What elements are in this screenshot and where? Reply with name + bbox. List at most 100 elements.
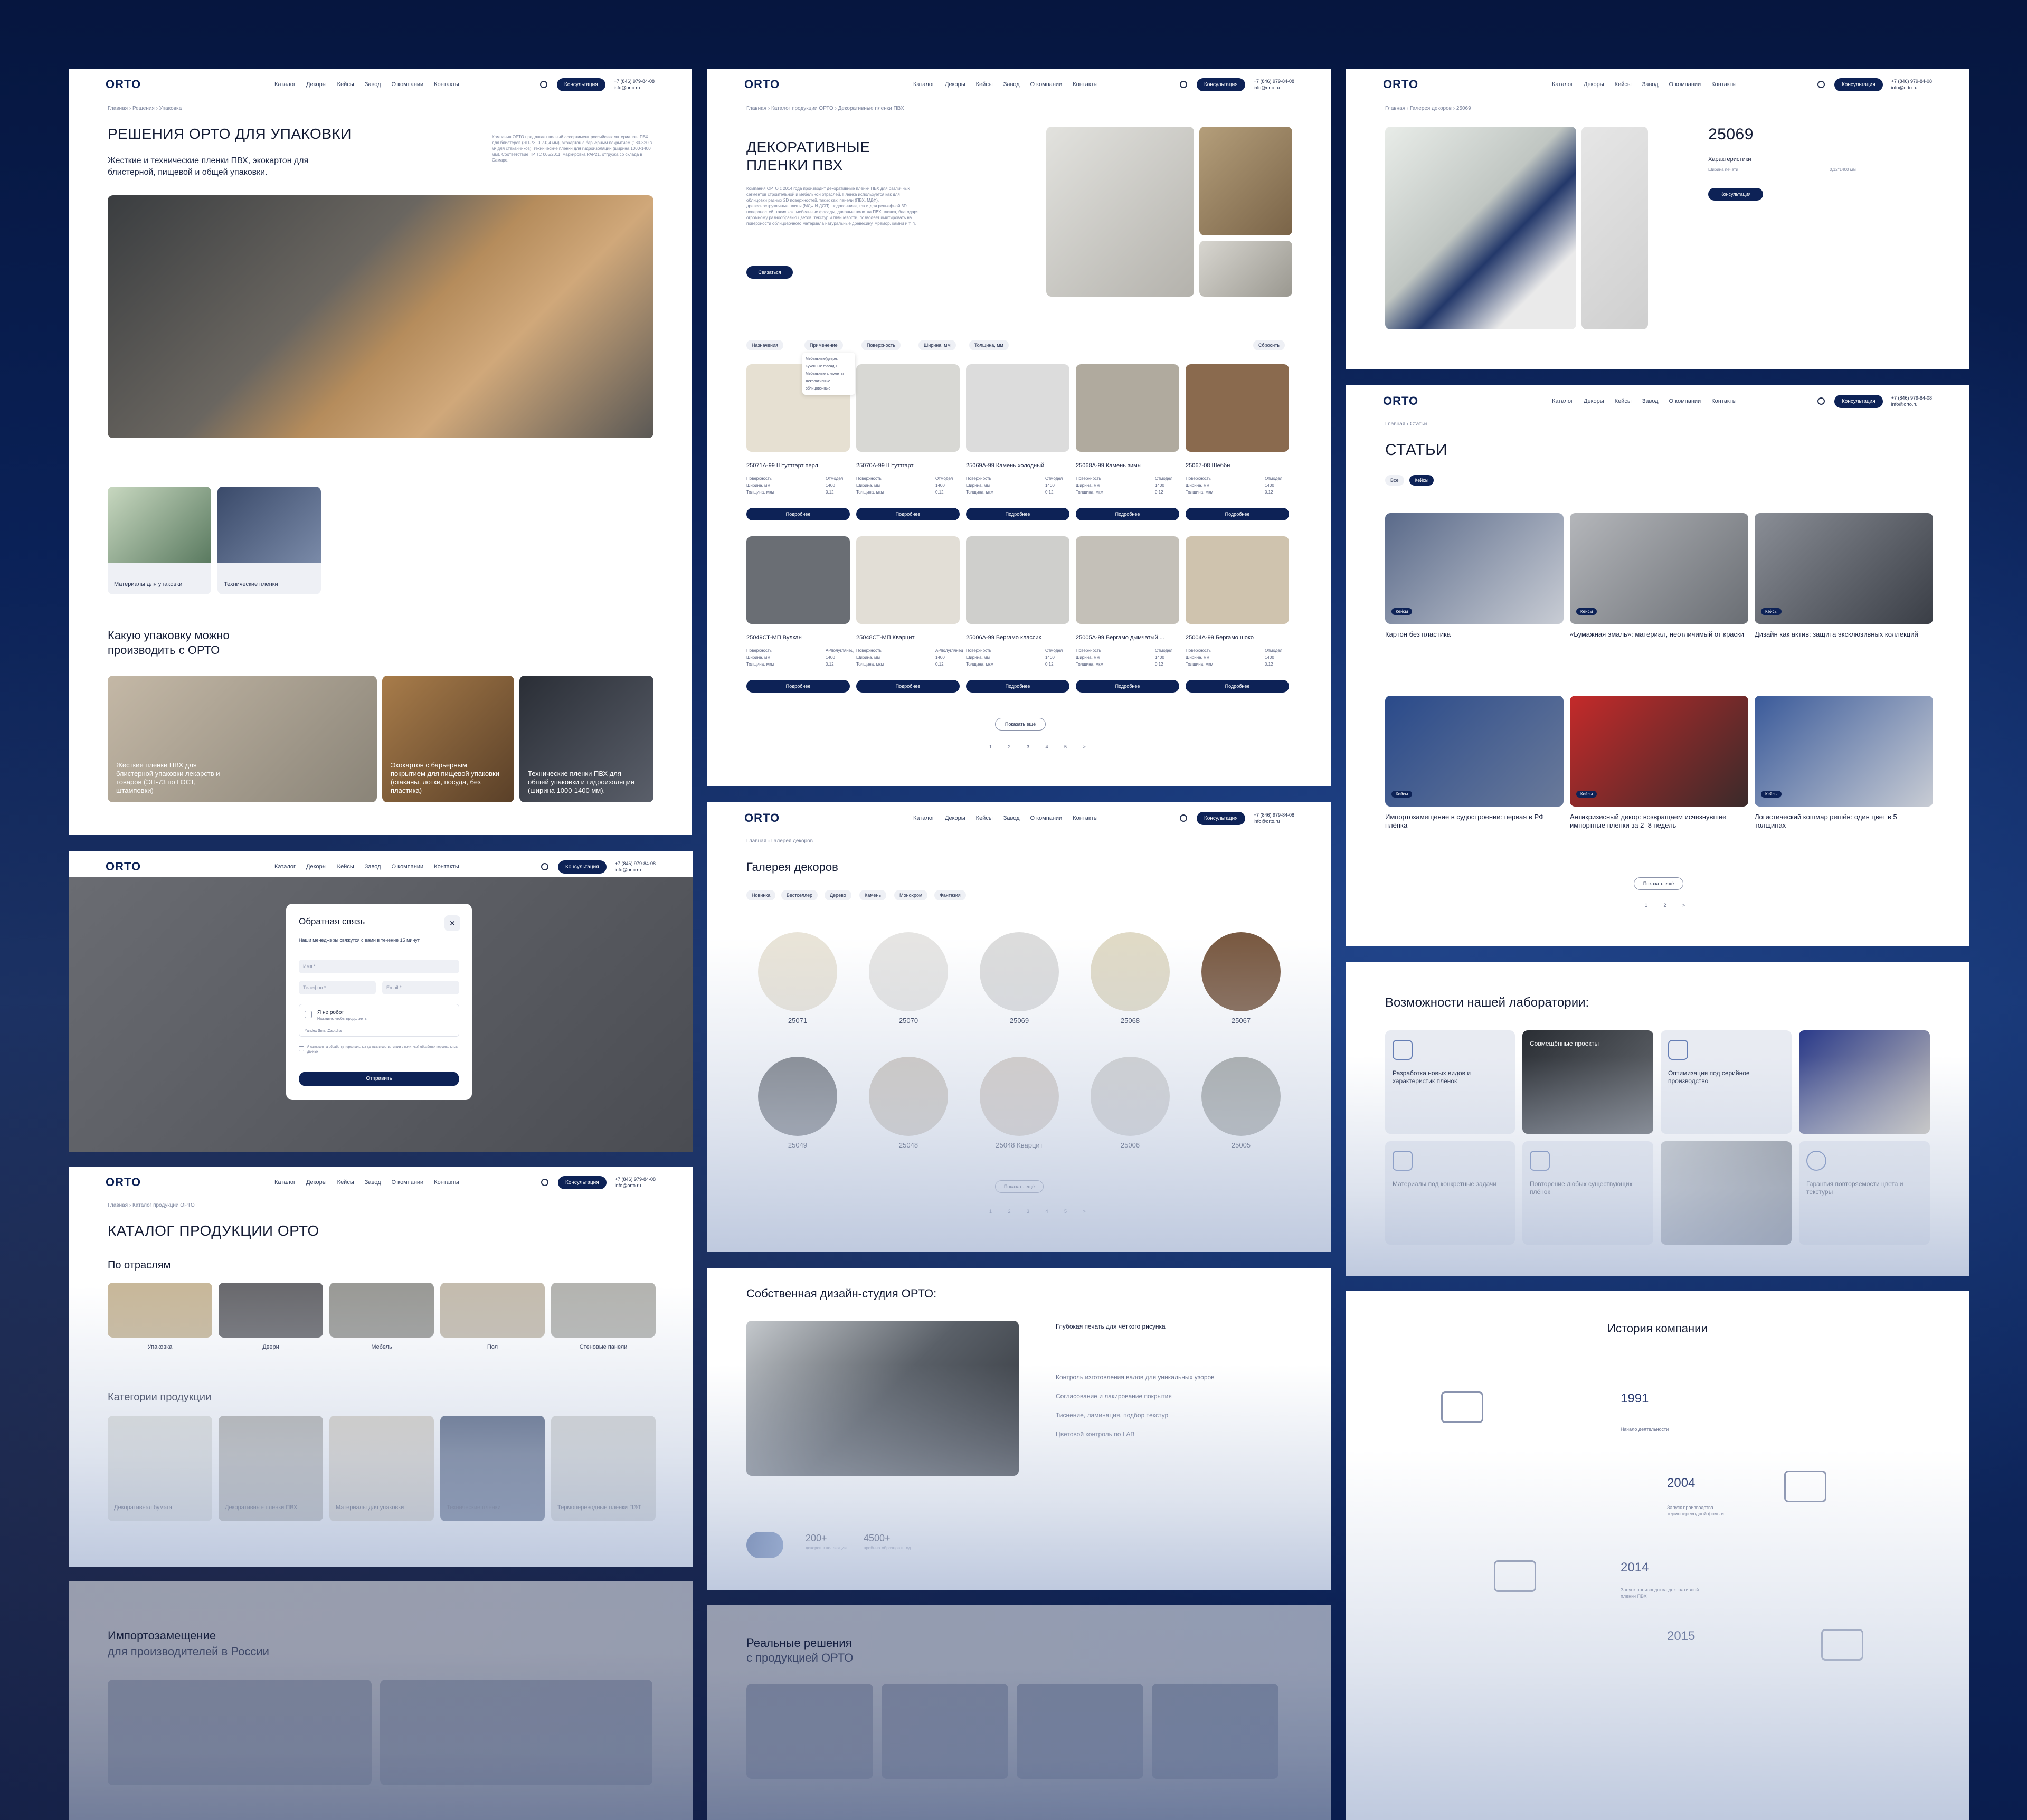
category-label[interactable]: Термопереводные пленки ПЭТ [557, 1504, 652, 1511]
details-button[interactable]: Подробнее [1076, 508, 1179, 520]
decor-code[interactable]: 25070 [869, 1017, 948, 1025]
phone[interactable]: +7 (846) 979-84-08 [615, 860, 656, 867]
breadcrumb[interactable]: Главная › Каталог продукции ОРТО › Декор… [746, 106, 904, 111]
phone[interactable]: +7 (846) 979-84-08 [1891, 78, 1932, 84]
decor-swatch[interactable] [980, 932, 1059, 1011]
search-icon[interactable] [539, 81, 547, 88]
chip-fantasy[interactable]: Фантазия [934, 890, 966, 900]
article-title[interactable]: Дизайн как актив: защита эксклюзивных ко… [1755, 630, 1929, 639]
product-name[interactable]: 25067-08 Шебби [1186, 462, 1289, 469]
nav-contacts[interactable]: Контакты [1711, 398, 1737, 404]
article-title[interactable]: «Бумажная эмаль»: материал, неотличимый … [1570, 630, 1744, 639]
details-button[interactable]: Подробнее [1186, 680, 1289, 693]
article-title[interactable]: Картон без пластика [1385, 630, 1559, 639]
dropdown-option[interactable]: Мебельные элементы [806, 371, 852, 378]
nav-contacts[interactable]: Контакты [434, 81, 459, 88]
article-title[interactable]: Антикризисный декор: возвращаем исчезнув… [1570, 813, 1744, 830]
decor-code[interactable]: 25006 [1091, 1141, 1170, 1149]
nav-plant[interactable]: Завод [1642, 81, 1659, 88]
nav-decors[interactable]: Декоры [306, 864, 327, 870]
details-button[interactable]: Подробнее [856, 508, 960, 520]
studio-item-active[interactable]: Глубокая печать для чёткого рисунка [1056, 1323, 1166, 1330]
nav-about[interactable]: О компании [392, 1179, 424, 1186]
decor-code[interactable]: 25048 Кварцит [980, 1141, 1059, 1149]
logo[interactable]: ORTO [1383, 394, 1552, 408]
email[interactable]: info@orto.ru [1254, 84, 1294, 91]
agree-checkbox[interactable] [299, 1046, 304, 1051]
chip-new[interactable]: Новинка [746, 890, 776, 900]
decor-swatch[interactable] [1201, 1057, 1281, 1136]
filter-thickness[interactable]: Толщина, мм [969, 340, 1009, 350]
phone[interactable]: +7 (846) 979-84-08 [614, 78, 655, 84]
dropdown-option[interactable]: Кухонные фасады [806, 363, 852, 371]
tab-all[interactable]: Все [1385, 475, 1404, 486]
breadcrumb[interactable]: Главная › Галерея декоров [746, 838, 813, 844]
article-image[interactable] [1385, 696, 1564, 807]
logo[interactable]: ORTO [1383, 78, 1552, 91]
decor-code[interactable]: 25067 [1201, 1017, 1281, 1025]
decor-swatch[interactable] [758, 932, 837, 1011]
nav-about[interactable]: О компании [1669, 81, 1701, 88]
nav-cases[interactable]: Кейсы [976, 81, 993, 88]
decor-swatch[interactable] [1091, 932, 1170, 1011]
consultation-button[interactable]: Консультация [1196, 811, 1245, 825]
article-image[interactable] [1570, 696, 1748, 807]
studio-item[interactable]: Согласование и лакирование покрытия [1056, 1392, 1172, 1400]
industry-image[interactable] [551, 1283, 656, 1338]
article-image[interactable] [1755, 513, 1933, 624]
product-image[interactable] [856, 364, 960, 452]
lab-card-optimization[interactable]: Оптимизация под серийное производство [1661, 1030, 1792, 1134]
nav-catalog[interactable]: Каталог [274, 864, 296, 870]
captcha-checkbox[interactable] [305, 1011, 312, 1018]
lab-card-materials[interactable]: Материалы под конкретные задачи [1385, 1141, 1515, 1245]
decor-code[interactable]: 25071 [758, 1017, 837, 1025]
logo[interactable]: ORTO [744, 811, 913, 825]
category-label[interactable]: Декоративные пленки ПВХ [225, 1504, 320, 1511]
solution-card-blister[interactable]: Жесткие пленки ПВХ для блистерной упаков… [108, 676, 377, 802]
search-icon[interactable] [541, 863, 548, 870]
product-image[interactable] [1076, 364, 1179, 452]
product-name[interactable]: 25048СТ-МП Кварцит [856, 634, 960, 641]
breadcrumb[interactable]: Главная › Галерея декоров › 25069 [1385, 106, 1471, 111]
product-name[interactable]: 25004А-99 Бергамо шоко [1186, 634, 1289, 641]
decor-swatch[interactable] [1201, 932, 1281, 1011]
breadcrumb[interactable]: Главная › Решения › Упаковка [108, 106, 182, 111]
nav-plant[interactable]: Завод [1003, 81, 1020, 88]
solution-card-eco[interactable]: Экокартон с барьерным покрытием для пище… [382, 676, 514, 802]
nav-about[interactable]: О компании [392, 864, 424, 870]
show-more-button[interactable]: Показать ещё [995, 1180, 1044, 1193]
product-name[interactable]: 25006А-99 Бергамо классик [966, 634, 1069, 641]
details-button[interactable]: Подробнее [1076, 680, 1179, 693]
phone[interactable]: +7 (846) 979-84-08 [615, 1176, 656, 1182]
close-icon[interactable]: ✕ [444, 915, 460, 931]
consultation-button[interactable]: Консультация [1708, 188, 1763, 201]
consultation-button[interactable]: Консультация [1196, 78, 1245, 91]
industry-image[interactable] [440, 1283, 545, 1338]
phone-field[interactable]: Телефон * [299, 981, 376, 994]
category-card-materials[interactable]: Материалы для упаковки [108, 487, 211, 594]
consultation-button[interactable]: Консультация [1834, 78, 1883, 91]
solution-card-technical[interactable]: Технические пленки ПВХ для общей упаковк… [519, 676, 653, 802]
product-image[interactable] [1186, 364, 1289, 452]
nav-about[interactable]: О компании [1669, 398, 1701, 404]
product-name[interactable]: 25005А-99 Бергамо дымчатый ... [1076, 634, 1179, 641]
reset-filters-button[interactable]: Сбросить [1253, 340, 1285, 350]
consultation-button[interactable]: Консультация [556, 78, 605, 91]
decor-swatch[interactable] [1091, 1057, 1170, 1136]
details-button[interactable]: Подробнее [856, 680, 960, 693]
studio-item[interactable]: Цветовой контроль по LAB [1056, 1430, 1134, 1438]
product-image[interactable] [746, 536, 850, 624]
contact-button[interactable]: Связаться [746, 266, 793, 279]
search-icon[interactable] [1817, 397, 1825, 405]
industry-label[interactable]: Упаковка [108, 1344, 212, 1350]
nav-plant[interactable]: Завод [1003, 815, 1020, 821]
details-button[interactable]: Подробнее [746, 508, 850, 520]
email[interactable]: info@orto.ru [614, 84, 655, 91]
nav-decors[interactable]: Декоры [945, 815, 965, 821]
industry-label[interactable]: Мебель [329, 1344, 434, 1350]
email[interactable]: info@orto.ru [1891, 84, 1932, 91]
nav-about[interactable]: О компании [392, 81, 424, 88]
product-name[interactable]: 25068А-99 Камень зимы [1076, 462, 1179, 469]
email-field[interactable]: Email * [382, 981, 459, 994]
search-icon[interactable] [1179, 814, 1187, 822]
